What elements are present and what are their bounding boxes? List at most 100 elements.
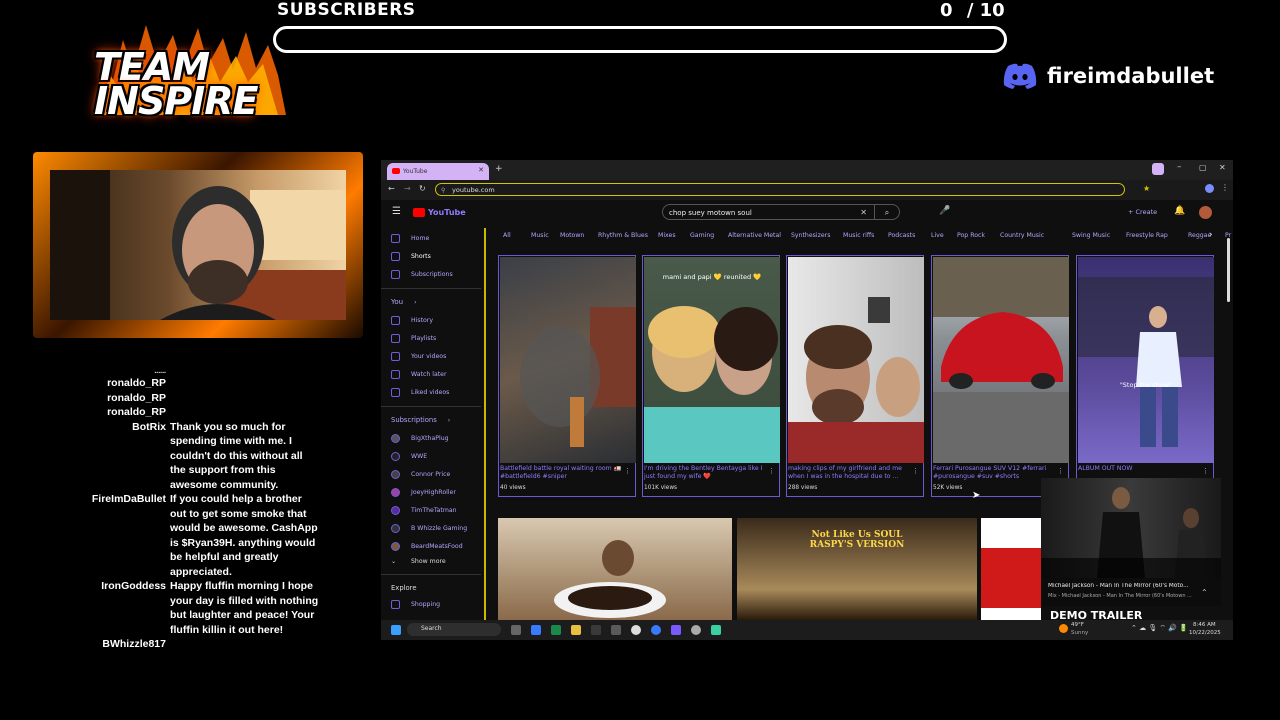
file-explorer-icon[interactable] — [571, 625, 581, 635]
short-card[interactable]: mami and papi 💛 reunited 💛 I'm driving t… — [642, 255, 780, 497]
sidebar-item-liked-videos[interactable]: Liked videos — [391, 388, 449, 397]
more-options-icon[interactable]: ⋮ — [768, 467, 775, 475]
voice-search-icon[interactable]: 🎤 — [939, 206, 950, 216]
steam-icon[interactable] — [691, 625, 701, 635]
short-title[interactable]: I'm driving the Bentley Bentayga like I … — [644, 465, 772, 481]
search-icon[interactable]: ⌕ — [874, 205, 899, 219]
edge-icon[interactable] — [551, 625, 561, 635]
copilot-icon[interactable] — [531, 625, 541, 635]
short-card[interactable]: Battlefield battle royal waiting room 🚛 … — [498, 255, 636, 497]
sidebar-scrollbar[interactable] — [484, 228, 486, 620]
video-thumbnail[interactable] — [498, 518, 732, 620]
weather-sun-icon[interactable] — [1059, 624, 1068, 633]
app-icon[interactable] — [711, 625, 721, 635]
more-options-icon[interactable]: ⋮ — [1057, 467, 1064, 475]
video-thumbnail[interactable]: Not Like Us SOUL RASPY'S VERSION — [737, 518, 977, 620]
short-thumbnail[interactable]: "Stop the show" — [1078, 257, 1214, 463]
new-tab-icon[interactable]: + — [495, 164, 503, 174]
sidebar-sub-channel[interactable]: Connor Price — [391, 470, 450, 479]
minimize-icon[interactable]: – — [1177, 162, 1182, 172]
more-options-icon[interactable]: ⋮ — [912, 467, 919, 475]
sidebar-item-history[interactable]: History — [391, 316, 433, 325]
sidebar-item-your-videos[interactable]: Your videos — [391, 352, 446, 361]
sidebar-show-more[interactable]: ⌄ Show more — [391, 558, 446, 565]
sidebar-item-playlists[interactable]: Playlists — [391, 334, 436, 343]
obs-icon[interactable] — [671, 625, 681, 635]
page-scrollbar[interactable] — [1227, 238, 1230, 302]
sidebar-sub-channel[interactable]: JoeyHighRoller — [391, 488, 456, 497]
tab-close-icon[interactable]: ✕ — [478, 166, 484, 174]
sidebar-sub-channel[interactable]: BigXthaPlug — [391, 434, 449, 443]
short-card[interactable]: making clips of my girlfriend and me whe… — [786, 255, 924, 497]
short-title[interactable]: Battlefield battle royal waiting room 🚛 … — [500, 465, 628, 481]
chip-reggae[interactable]: Reggae — [1188, 232, 1211, 239]
maximize-icon[interactable]: ▢ — [1199, 163, 1207, 172]
short-thumbnail[interactable] — [500, 257, 636, 463]
browser-extension-icon[interactable] — [1152, 163, 1164, 175]
short-thumbnail[interactable] — [933, 257, 1069, 463]
back-icon[interactable]: ← — [388, 184, 395, 193]
chip-music[interactable]: Music — [531, 232, 549, 239]
reload-icon[interactable]: ↻ — [419, 184, 426, 193]
sidebar-item-shorts[interactable]: Shorts — [391, 252, 431, 261]
short-card[interactable]: "Stop the show" ALBUM OUT NOW ⋮ — [1076, 255, 1214, 497]
miniplayer-video[interactable] — [1041, 478, 1221, 578]
profile-avatar[interactable] — [1205, 184, 1214, 193]
xbox-icon[interactable] — [631, 625, 641, 635]
taskbar-search[interactable]: Search — [407, 623, 501, 636]
clear-search-icon[interactable]: ✕ — [860, 205, 867, 221]
account-avatar[interactable] — [1199, 206, 1212, 219]
chrome-icon[interactable] — [651, 625, 661, 635]
chip-rhythm-blues[interactable]: Rhythm & Blues — [598, 232, 648, 239]
sidebar-item-home[interactable]: Home — [391, 234, 429, 243]
expand-up-icon[interactable]: ⌃ — [1201, 588, 1208, 597]
short-thumbnail[interactable] — [788, 257, 924, 463]
site-info-icon[interactable]: ⚲ — [441, 184, 445, 197]
short-thumbnail[interactable]: mami and papi 💛 reunited 💛 — [644, 257, 780, 463]
task-view-icon[interactable] — [511, 625, 521, 635]
forward-icon[interactable]: → — [404, 184, 411, 193]
windows-start-icon[interactable] — [391, 625, 401, 635]
create-button[interactable]: + Create — [1128, 208, 1157, 216]
url-field[interactable]: ⚲ youtube.com — [435, 183, 1125, 196]
chip-live[interactable]: Live — [931, 232, 944, 239]
sidebar-sub-channel[interactable]: TimTheTatman — [391, 506, 457, 515]
chip-mixes[interactable]: Mixes — [658, 232, 676, 239]
chip-alternative-metal[interactable]: Alternative Metal — [728, 232, 781, 239]
sidebar-sub-channel[interactable]: B Whizzle Gaming — [391, 524, 467, 533]
miniplayer-title[interactable]: Michael Jackson - Man In The Mirror (60'… — [1048, 583, 1208, 589]
chip-music-riffs[interactable]: Music riffs — [843, 232, 874, 239]
sidebar-item-shopping[interactable]: Shopping — [391, 600, 440, 609]
window-close-icon[interactable]: ✕ — [1219, 163, 1226, 172]
app-icon[interactable] — [611, 625, 621, 635]
video-thumbnail[interactable] — [981, 518, 1041, 620]
tab-youtube[interactable]: YouTube ✕ — [387, 163, 489, 180]
chip-country-music[interactable]: Country Music — [1000, 232, 1044, 239]
chip-motown[interactable]: Motown — [560, 232, 584, 239]
browser-menu-icon[interactable]: ⋮ — [1221, 183, 1229, 192]
chip-swing-music[interactable]: Swing Music — [1072, 232, 1110, 239]
sidebar-item-watch-later[interactable]: Watch later — [391, 370, 447, 379]
chip-synthesizers[interactable]: Synthesizers — [791, 232, 830, 239]
notifications-bell-icon[interactable]: 🔔 — [1174, 206, 1185, 216]
sidebar-item-subscriptions[interactable]: Subscriptions — [391, 270, 453, 279]
chip-podcasts[interactable]: Podcasts — [888, 232, 915, 239]
sidebar-subscriptions-header[interactable]: Subscriptions › — [391, 416, 450, 424]
hamburger-menu-icon[interactable]: ☰ — [392, 206, 401, 217]
youtube-logo[interactable]: YouTube — [413, 208, 466, 217]
short-title[interactable]: ALBUM OUT NOW — [1078, 465, 1206, 473]
bookmark-star-icon[interactable]: ★ — [1143, 184, 1150, 193]
sidebar-sub-channel[interactable]: BeardMeatsFood — [391, 542, 463, 551]
chips-next-icon[interactable]: › — [1209, 230, 1213, 240]
chip-gaming[interactable]: Gaming — [690, 232, 714, 239]
chip-all[interactable]: All — [503, 232, 511, 239]
sidebar-sub-channel[interactable]: WWE — [391, 452, 427, 461]
sidebar-you-header[interactable]: You › — [391, 298, 417, 306]
chip-freestyle-rap[interactable]: Freestyle Rap — [1126, 232, 1168, 239]
chip-pop-rock[interactable]: Pop Rock — [957, 232, 985, 239]
tray-icons[interactable]: ⌃ ☁ 🎙 ⌔ 🔊 🔋 — [1131, 624, 1188, 633]
more-options-icon[interactable]: ⋮ — [1202, 467, 1209, 475]
youtube-search-input[interactable]: chop suey motown soul ✕ ⌕ — [662, 204, 900, 220]
short-title[interactable]: making clips of my girlfriend and me whe… — [788, 465, 916, 481]
miniplayer[interactable]: Michael Jackson - Man In The Mirror (60'… — [1041, 478, 1221, 606]
